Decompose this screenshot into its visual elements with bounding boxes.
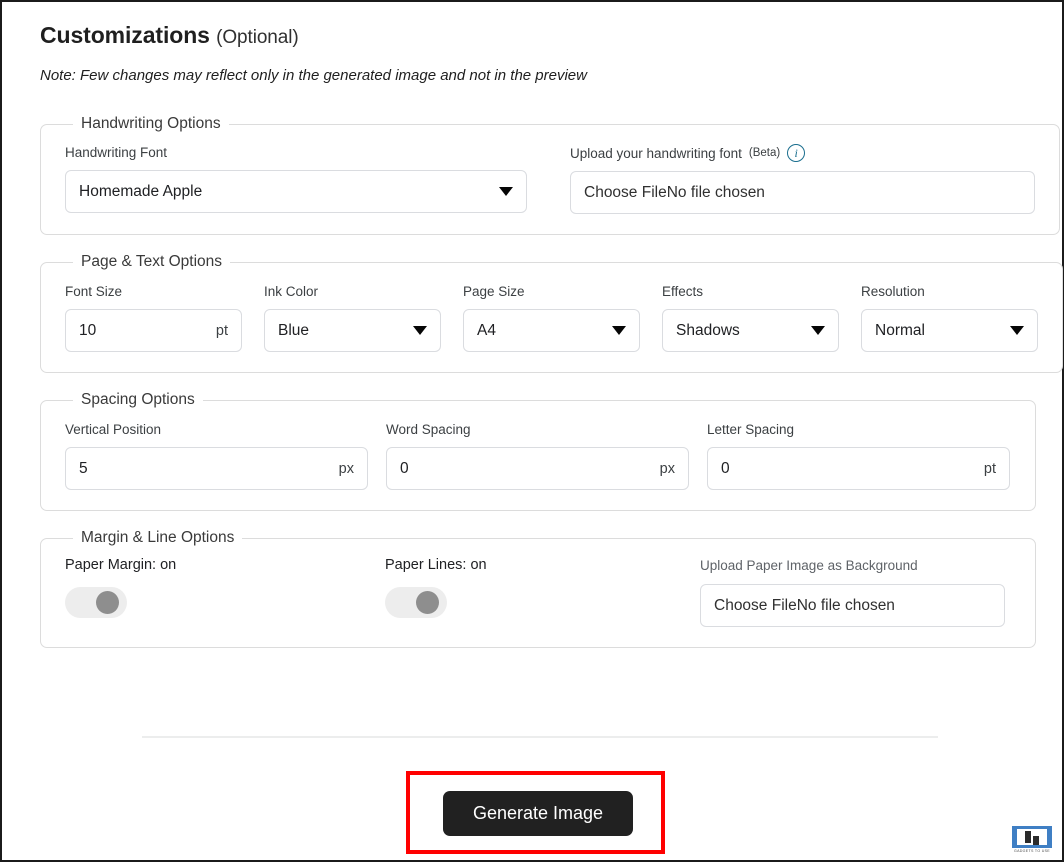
ink-color-label: Ink Color [264,284,319,299]
footer-divider [142,736,938,738]
handwriting-upload-label: Upload your handwriting font [570,145,742,161]
page-size-field: Page Size A4 [463,283,640,352]
customizations-page: Customizations (Optional) Note: Few chan… [0,0,1064,862]
handwriting-upload-beta-tag: (Beta) [748,147,781,159]
margin-line-options-group: Margin & Line Options Paper Margin: on P… [40,529,1036,648]
paper-lines-toggle[interactable] [385,587,447,618]
effects-value: Shadows [676,321,740,339]
spacing-options-legend: Spacing Options [81,391,195,408]
handwriting-font-file-input[interactable]: Choose FileNo file chosen [570,171,1035,214]
font-size-field: Font Size 10 pt [65,283,242,352]
chevron-down-icon [612,326,626,335]
resolution-field: Resolution Normal [861,283,1038,352]
handwriting-font-label: Handwriting Font [65,145,168,160]
watermark: GADGETS TO USE [1010,826,1054,856]
handwriting-upload-label-wrap: Upload your handwriting font (Beta) i [570,144,1035,162]
word-spacing-unit: px [659,460,675,477]
effects-label: Effects [662,284,704,299]
page-text-options-group: Page & Text Options Font Size 10 pt Ink … [40,253,1063,373]
handwriting-options-group: Handwriting Options Handwriting Font Hom… [40,115,1060,235]
chevron-down-icon [1010,326,1024,335]
paper-background-file-value: Choose FileNo file chosen [714,596,895,614]
paper-lines-field: Paper Lines: on [385,557,700,627]
watermark-logo-bar [1033,836,1039,845]
chevron-down-icon [499,187,513,196]
page-title: Customizations (Optional) [40,20,1036,53]
letter-spacing-label: Letter Spacing [707,422,795,437]
font-size-unit: pt [215,322,228,339]
resolution-select[interactable]: Normal [861,309,1038,352]
info-icon[interactable]: i [787,144,806,162]
font-size-value: 10 [79,321,97,339]
watermark-logo-icon [1012,826,1052,848]
page-size-value: A4 [477,321,496,339]
vertical-position-value: 5 [79,459,88,477]
page-content: Customizations (Optional) Note: Few chan… [2,2,1063,860]
toggle-knob [416,591,439,614]
word-spacing-label: Word Spacing [386,422,471,437]
paper-background-upload-field: Upload Paper Image as Background Choose … [700,557,1005,627]
letter-spacing-unit: pt [983,460,996,477]
word-spacing-value: 0 [400,459,409,477]
spacing-row: Vertical Position 5 px Word Spacing 0 px… [65,421,1011,490]
margin-line-options-legend: Margin & Line Options [81,529,235,546]
page-size-select[interactable]: A4 [463,309,640,352]
handwriting-font-select[interactable]: Homemade Apple [65,170,527,213]
effects-field: Effects Shadows [662,283,839,352]
vertical-position-input[interactable]: 5 px [65,447,368,490]
watermark-logo-glyph [1017,829,1047,845]
chevron-down-icon [413,326,427,335]
page-text-options-legend: Page & Text Options [81,253,223,270]
paper-margin-label: Paper Margin: on [65,557,177,573]
vertical-position-field: Vertical Position 5 px [65,421,368,490]
spacing-options-group: Spacing Options Vertical Position 5 px W… [40,391,1036,511]
letter-spacing-input[interactable]: 0 pt [707,447,1010,490]
handwriting-upload-field: Upload your handwriting font (Beta) i Ch… [570,144,1035,214]
resolution-label: Resolution [861,284,925,299]
paper-lines-label: Paper Lines: on [385,557,487,573]
page-text-row: Font Size 10 pt Ink Color Blue Page Size [65,283,1038,352]
watermark-logo-bar [1025,831,1031,843]
effects-select[interactable]: Shadows [662,309,839,352]
paper-margin-field: Paper Margin: on [65,557,385,627]
ink-color-field: Ink Color Blue [264,283,441,352]
note-text: Note: Few changes may reflect only in th… [40,67,587,84]
paper-background-upload-label: Upload Paper Image as Background [700,558,918,573]
page-size-label: Page Size [463,284,525,299]
paper-background-file-input[interactable]: Choose FileNo file chosen [700,584,1005,627]
font-size-input[interactable]: 10 pt [65,309,242,352]
handwriting-font-field: Handwriting Font Homemade Apple [65,144,527,214]
letter-spacing-field: Letter Spacing 0 pt [707,421,1010,490]
chevron-down-icon [811,326,825,335]
margin-line-row: Paper Margin: on Paper Lines: on Upload … [65,557,1011,627]
handwriting-font-value: Homemade Apple [79,182,203,200]
ink-color-select[interactable]: Blue [264,309,441,352]
paper-margin-toggle[interactable] [65,587,127,618]
handwriting-options-legend: Handwriting Options [81,115,221,132]
word-spacing-field: Word Spacing 0 px [386,421,689,490]
font-size-label: Font Size [65,284,123,299]
toggle-knob [96,591,119,614]
handwriting-row: Handwriting Font Homemade Apple Upload y… [65,144,1035,214]
generate-image-button[interactable]: Generate Image [443,791,633,836]
watermark-text: GADGETS TO USE [1013,849,1051,853]
vertical-position-unit: px [338,460,354,477]
handwriting-font-file-value: Choose FileNo file chosen [584,183,765,201]
resolution-value: Normal [875,321,925,339]
vertical-position-label: Vertical Position [65,422,162,437]
ink-color-value: Blue [278,321,310,339]
page-title-text: Customizations [40,22,210,48]
word-spacing-input[interactable]: 0 px [386,447,689,490]
letter-spacing-value: 0 [721,459,730,477]
page-title-optional: (Optional) [216,27,299,48]
